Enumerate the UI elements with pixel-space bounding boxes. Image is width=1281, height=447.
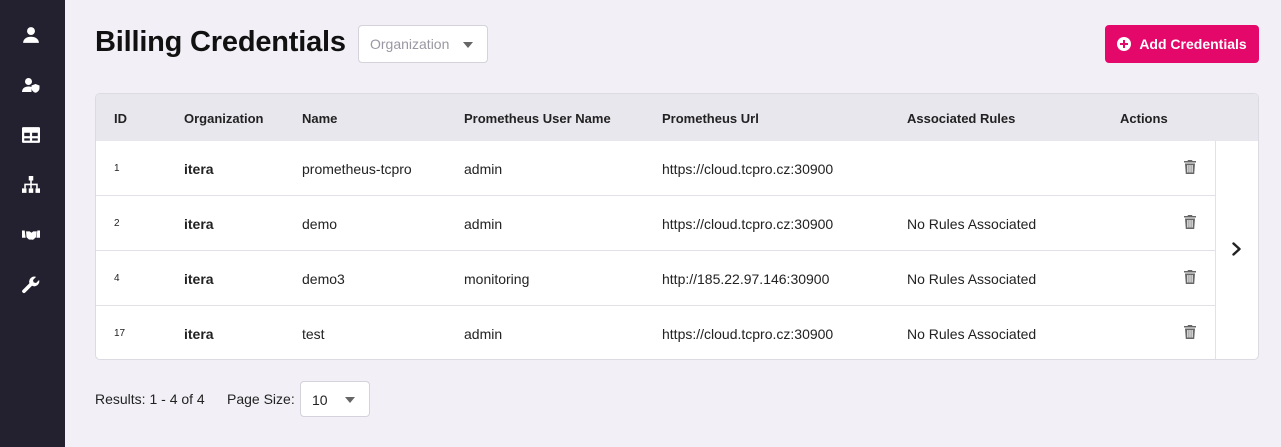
row-name: test <box>302 326 325 342</box>
row-url: https://cloud.tcpro.cz:30900 <box>662 161 834 177</box>
delete-icon[interactable] <box>1184 160 1196 174</box>
row-id: 17 <box>114 328 126 339</box>
credentials-table: ID Organization Name Prometheus User Nam… <box>95 93 1259 360</box>
page-size-value: 10 <box>312 392 328 408</box>
user-shield-icon[interactable] <box>20 74 42 96</box>
page-size-select[interactable]: 10 <box>300 381 370 417</box>
row-user-name: admin <box>464 216 503 232</box>
sidebar <box>0 0 65 447</box>
table-row[interactable]: 2 itera demo admin https://cloud.tcpro.c… <box>96 196 1215 251</box>
row-associated-rules: No Rules Associated <box>907 216 1037 232</box>
row-name: demo3 <box>302 271 345 287</box>
row-name: demo <box>302 216 338 232</box>
row-id: 1 <box>114 163 120 174</box>
row-associated-rules: No Rules Associated <box>907 326 1037 342</box>
row-organization: itera <box>184 271 214 287</box>
row-url: https://cloud.tcpro.cz:30900 <box>662 216 834 232</box>
chevron-right-icon[interactable] <box>1228 241 1244 257</box>
table-icon[interactable] <box>20 124 42 146</box>
table-row[interactable]: 1 itera prometheus-tcpro admin https://c… <box>96 141 1215 196</box>
row-organization: itera <box>184 161 214 177</box>
results-count: Results: 1 - 4 of 4 <box>95 391 205 407</box>
wrench-icon[interactable] <box>20 274 42 296</box>
column-header-actions: Actions <box>1120 111 1168 126</box>
organization-select[interactable]: Organization <box>358 25 488 63</box>
column-header-id[interactable]: ID <box>114 111 127 126</box>
row-associated-rules: No Rules Associated <box>907 271 1037 287</box>
row-url: https://cloud.tcpro.cz:30900 <box>662 326 834 342</box>
row-id: 4 <box>114 273 120 284</box>
row-detail-panel <box>1215 141 1258 359</box>
add-credentials-label: Add Credentials <box>1139 36 1247 52</box>
handshake-icon[interactable] <box>20 224 42 246</box>
page-size-label: Page Size: <box>227 391 295 407</box>
row-organization: itera <box>184 326 214 342</box>
delete-icon[interactable] <box>1184 325 1196 339</box>
delete-icon[interactable] <box>1184 270 1196 284</box>
row-name: prometheus-tcpro <box>302 161 412 177</box>
page-title: Billing Credentials <box>95 26 346 58</box>
row-user-name: admin <box>464 161 503 177</box>
delete-icon[interactable] <box>1184 215 1196 229</box>
column-header-prometheus-url[interactable]: Prometheus Url <box>662 111 759 126</box>
table-header: ID Organization Name Prometheus User Nam… <box>96 94 1258 141</box>
row-id: 2 <box>114 218 120 229</box>
row-organization: itera <box>184 216 214 232</box>
chevron-down-icon <box>463 42 473 48</box>
row-url: http://185.22.97.146:30900 <box>662 271 830 287</box>
row-user-name: admin <box>464 326 503 342</box>
column-header-prometheus-user-name[interactable]: Prometheus User Name <box>464 111 611 126</box>
column-header-name[interactable]: Name <box>302 111 337 126</box>
row-user-name: monitoring <box>464 271 530 287</box>
add-credentials-button[interactable]: Add Credentials <box>1105 25 1259 63</box>
table-row[interactable]: 17 itera test admin https://cloud.tcpro.… <box>96 306 1215 359</box>
organization-select-placeholder: Organization <box>370 36 450 52</box>
chevron-down-icon <box>345 397 355 403</box>
table-row[interactable]: 4 itera demo3 monitoring http://185.22.9… <box>96 251 1215 306</box>
user-icon[interactable] <box>20 24 42 46</box>
column-header-associated-rules[interactable]: Associated Rules <box>907 111 1015 126</box>
sitemap-icon[interactable] <box>20 174 42 196</box>
plus-circle-icon <box>1117 37 1132 51</box>
column-header-organization[interactable]: Organization <box>184 111 263 126</box>
